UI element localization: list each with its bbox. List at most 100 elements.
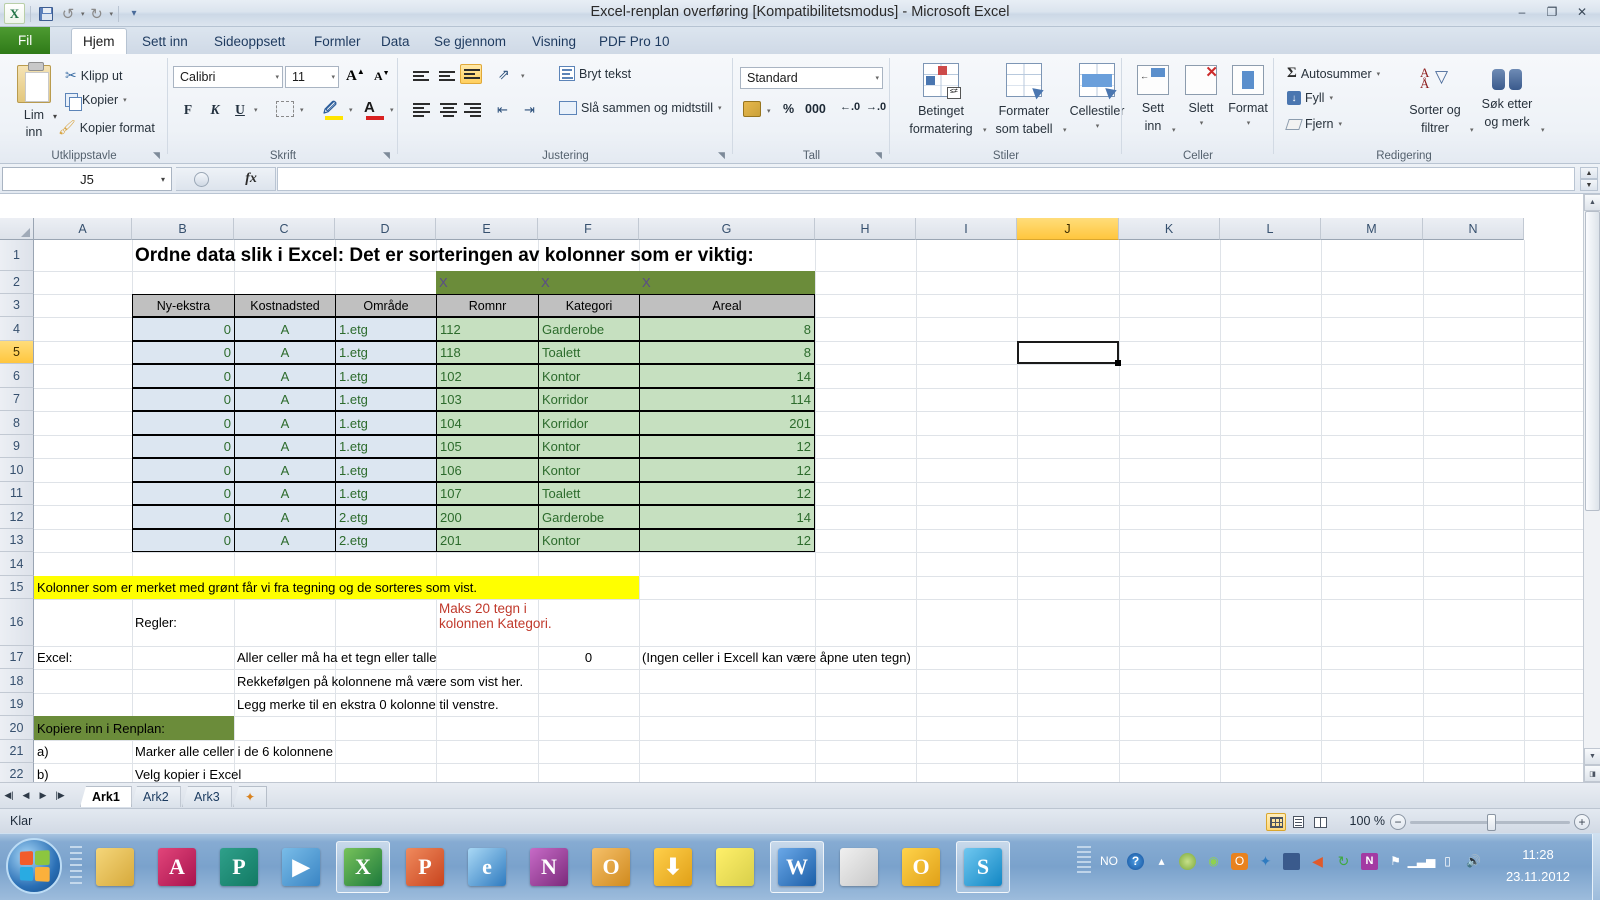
cut-button[interactable]: ✂ Klipp ut [62,66,125,85]
vscroll-thumb[interactable] [1585,211,1600,511]
column-header-C[interactable]: C [234,218,335,240]
zoom-level[interactable]: 100 % [1350,814,1385,828]
sheet-tab-ark1[interactable]: Ark1 [80,786,132,807]
cell-ny-ekstra[interactable]: 0 [132,364,234,388]
name-box[interactable]: J5 ▾ [2,167,172,191]
cell-kostnadsted[interactable]: A [234,388,335,411]
cell-omrade[interactable]: 1.etg [335,458,436,482]
nvidia-tray-icon[interactable]: ◉ [1205,853,1222,870]
font-color-dropdown-icon[interactable]: ▾ [390,106,394,114]
cell-romnr[interactable]: 200 [436,505,538,529]
cell-kostnadsted[interactable]: A [234,505,335,529]
row-header-21[interactable]: 21 [0,740,34,763]
normal-view-button[interactable] [1266,813,1286,831]
align-right-icon[interactable] [462,100,484,120]
align-bottom-icon[interactable] [460,64,482,84]
column-header-D[interactable]: D [335,218,436,240]
cell-kategori[interactable]: Kontor [538,364,639,388]
increase-decimal-icon[interactable]: ←.0 [840,101,860,113]
cell-kategori[interactable]: Korridor [538,388,639,411]
taskbar-downloader[interactable]: ⬇ [646,841,700,893]
column-header-E[interactable]: E [436,218,538,240]
cell-ny-ekstra[interactable]: 0 [132,458,234,482]
fill-dropdown-icon[interactable]: ▾ [1329,94,1333,102]
alignment-dialog-launcher-icon[interactable]: ◥ [718,150,729,161]
cell-areal[interactable]: 8 [639,317,815,341]
tab-pdf-pro-10[interactable]: PDF Pro 10 [588,28,681,54]
sort-dropdown-icon[interactable]: ▾ [1470,126,1474,134]
cell-rule-1[interactable]: Aller celler må ha et tegn eller tallet:… [234,646,436,669]
column-header-B[interactable]: B [132,218,234,240]
merge-center-button[interactable]: Slå sammen og midtstill ▾ [556,100,725,116]
font-color-icon[interactable]: A [364,99,386,121]
cell-step-a[interactable]: Marker alle celler i de 6 kolonnene [132,740,436,763]
cell-step-b-key[interactable]: b) [34,763,132,782]
row-header-16[interactable]: 16 [0,599,34,646]
help-tray-icon[interactable]: ? [1127,852,1144,870]
cell-omrade[interactable]: 1.etg [335,482,436,505]
table-dropdown-icon[interactable]: ▾ [1063,126,1067,134]
scroll-down-icon[interactable]: ▼ [1584,748,1600,765]
cell-header-romnr[interactable]: Romnr [436,294,538,317]
row-header-15[interactable]: 15 [0,576,34,599]
cell-kostnadsted[interactable]: A [234,317,335,341]
cell-styles-button[interactable]: Cellestiler ▾ [1068,62,1126,131]
display-tray-icon[interactable] [1283,852,1300,870]
tab-data[interactable]: Data [370,28,421,54]
cell-romnr[interactable]: 105 [436,435,538,458]
taskbar-acrobat[interactable] [832,841,886,893]
zoom-out-button[interactable]: − [1390,814,1406,830]
cell-rule-2[interactable]: Rekkefølgen på kolonnene må være som vis… [234,669,538,693]
sheet-nav-buttons[interactable]: ◀| ◀ ▶ |▶ [2,787,67,803]
windows-taskbar[interactable]: A P ▶ X Pe N O ⬇ W O S NO ? ▴ ◉ O ✦ ◀ ↻ N ⚑ ▁▃▅ ▯ … [0,833,1600,900]
decrease-font-size-icon[interactable]: A▼ [374,69,390,84]
chevron-down-icon[interactable]: ▾ [331,73,335,81]
zoom-slider[interactable]: − + [1390,813,1590,831]
font-family-input[interactable]: Calibri ▾ [173,66,283,88]
autosum-button[interactable]: Σ Autosummer ▾ [1284,64,1383,83]
start-button[interactable] [6,838,62,894]
percent-style-icon[interactable]: % [783,102,794,116]
wrap-text-button[interactable]: Bryt tekst [556,65,634,82]
italic-button[interactable]: K [203,99,227,121]
cell-red-note[interactable]: Maks 20 tegn i kolonnen Kategori. [436,599,815,646]
orientation-dropdown-icon[interactable]: ▾ [521,72,525,80]
borders-dropdown-icon[interactable]: ▾ [300,106,304,114]
cell-title[interactable]: Ordne data slik i Excel: Det er sorterin… [132,240,916,271]
cell-romnr[interactable]: 201 [436,529,538,552]
cell-excel-label[interactable]: Excel: [34,646,132,669]
cell-styles-dropdown-icon[interactable]: ▾ [1096,122,1100,130]
cell-kategori[interactable]: Korridor [538,411,639,435]
conditional-dropdown-icon[interactable]: ▾ [983,126,987,134]
cell-header-kategori[interactable]: Kategori [538,294,639,317]
cell-kategori[interactable]: Toalett [538,341,639,364]
tray-grip[interactable] [1077,846,1091,876]
cell-rule-1-note[interactable]: (Ingen celler i Excell kan være åpne ute… [639,646,1220,669]
column-headers[interactable]: ABCDEFGHIJKLMN [0,218,1600,240]
cell-romnr[interactable]: 118 [436,341,538,364]
taskbar-onenote[interactable]: N [522,841,576,893]
clear-dropdown-icon[interactable]: ▾ [1338,120,1342,128]
formula-down-icon[interactable]: ▼ [1580,179,1598,191]
taskbar-grip[interactable] [70,846,82,888]
taskbar-publisher[interactable]: P [212,841,266,893]
currency-icon[interactable] [743,101,761,117]
cell-romnr[interactable]: 107 [436,482,538,505]
sheet-tab-bar[interactable]: ◀| ◀ ▶ |▶ Ark1 Ark2 Ark3 ✦ ▶ [0,782,1600,808]
cell-romnr[interactable]: 112 [436,317,538,341]
security-tray-icon[interactable]: O [1231,852,1248,870]
formula-bar-expander[interactable]: ▲ ▼ [1580,167,1598,191]
underline-button[interactable]: U [228,99,252,121]
cell-ny-ekstra[interactable]: 0 [132,317,234,341]
row-header-2[interactable]: 2 [0,271,34,294]
spreadsheet-grid[interactable]: ABCDEFGHIJKLMN 1 2 3 4 5 6 7 8 9 10 11 12 13 14 15 16 17… [0,194,1600,782]
cell-header-ny-ekstra[interactable]: Ny-ekstra [132,294,234,317]
cell-kostnadsted[interactable]: A [234,364,335,388]
row-header-8[interactable]: 8 [0,411,34,435]
zoom-thumb[interactable] [1486,813,1496,831]
cell-areal[interactable]: 8 [639,341,815,364]
first-sheet-icon[interactable]: ◀| [2,787,16,803]
cell-areal[interactable]: 12 [639,529,815,552]
cell-step-b[interactable]: Velg kopier i Excel [132,763,436,782]
cell-kategori[interactable]: Kontor [538,529,639,552]
